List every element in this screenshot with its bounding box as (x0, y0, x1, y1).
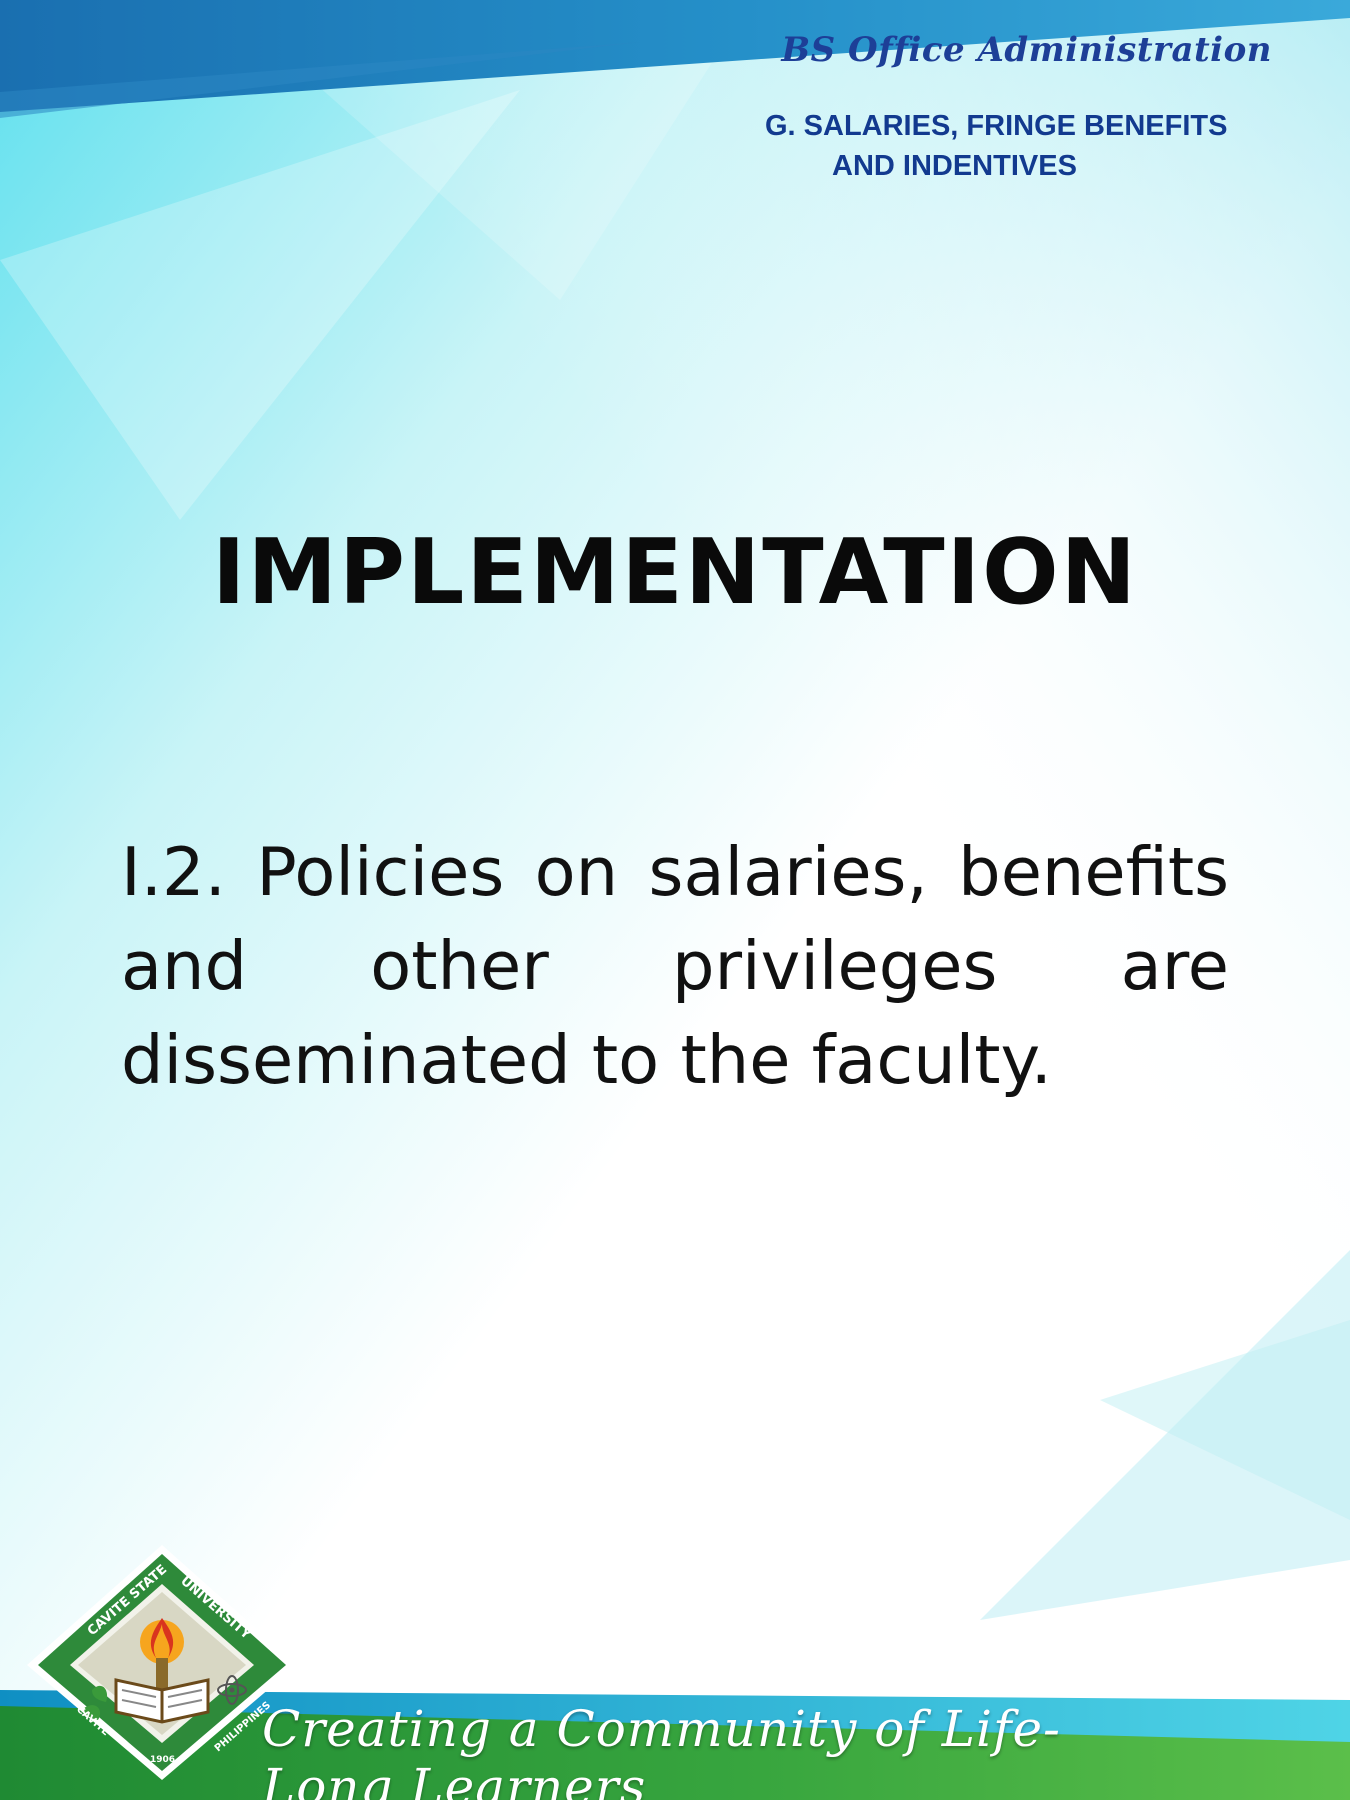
slide-page: BS Office Administration G. SALARIES, FR… (0, 0, 1350, 1800)
slide-title: IMPLEMENTATION (212, 520, 1138, 625)
slide-body-text: I.2. Policies on salaries, benefits and … (121, 833, 1229, 1099)
section-header: G. SALARIES, FRINGE BENEFITS AND INDENTI… (700, 106, 1280, 186)
seal-year: 1906 (150, 1755, 175, 1765)
footer-tagline: Creating a Community of Life-Long Learne… (262, 1700, 1061, 1800)
section-header-line1: G. SALARIES, FRINGE BENEFITS (765, 110, 1228, 142)
university-seal-logo: CAVITE STATE UNIVERSITY CAVITE PHILIPPIN… (27, 1545, 297, 1780)
section-header-line2: AND INDENTIVES (832, 150, 1077, 182)
program-name: BS Office Administration (781, 30, 1272, 70)
